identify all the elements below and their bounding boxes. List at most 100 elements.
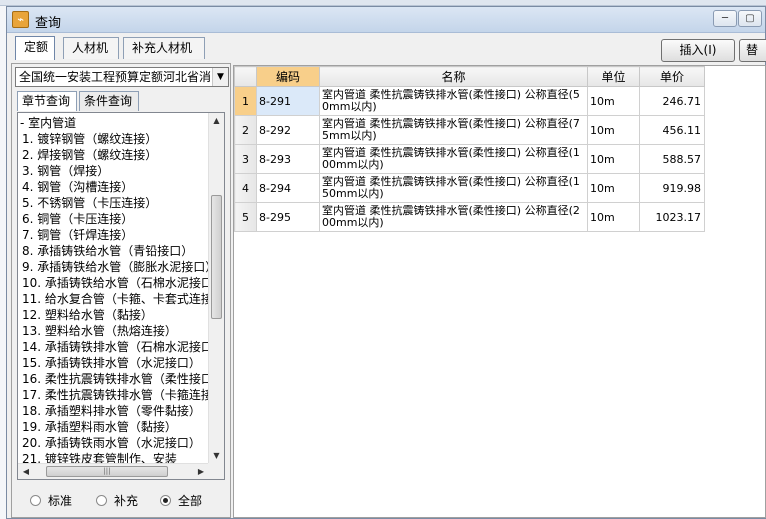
row-number-header — [234, 66, 257, 87]
tree-item[interactable]: 20. 承插铸铁雨水管（水泥接口） — [18, 435, 210, 451]
table-row[interactable]: 3 8-293 室内管道 柔性抗震铸铁排水管(柔性接口) 公称直径(100mm以… — [234, 144, 705, 174]
column-header-price[interactable]: 单价 — [639, 66, 705, 87]
insert-button[interactable]: 插入(I) — [661, 39, 735, 62]
scroll-right-icon[interactable]: ▶ — [193, 464, 209, 479]
radio-dot-checked — [160, 495, 171, 506]
cell-name-text: 室内管道 柔性抗震铸铁排水管(柔性接口) 公称直径(200mm以内) — [322, 205, 580, 229]
replace-button[interactable]: 替 — [739, 39, 766, 62]
tab-chapter-query[interactable]: 章节查询 — [17, 91, 77, 111]
tree-item[interactable]: 19. 承插塑料雨水管（黏接） — [18, 419, 210, 435]
cell-code[interactable]: 8-293 — [256, 144, 320, 174]
tree-item[interactable]: 1. 镀锌钢管（螺纹连接） — [18, 131, 210, 147]
cell-name-text: 室内管道 柔性抗震铸铁排水管(柔性接口) 公称直径(150mm以内) — [322, 176, 580, 200]
tab-supplementary-lmm[interactable]: 补充人材机 — [123, 37, 205, 59]
cell-unit[interactable]: 10m — [587, 173, 640, 203]
tree-item[interactable]: 4. 钢管（沟槽连接） — [18, 179, 210, 195]
column-header-name[interactable]: 名称 — [319, 66, 588, 87]
tree-node-parent[interactable]: - 室内管道 — [18, 115, 210, 131]
chapter-tree[interactable]: - 室内管道 1. 镀锌钢管（螺纹连接） 2. 焊接钢管（螺纹连接） 3. 钢管… — [17, 112, 225, 480]
window-title: 查询 — [35, 16, 62, 31]
cell-name[interactable]: 室内管道 柔性抗震铸铁排水管(柔性接口) 公称直径(200mm以内) — [319, 202, 588, 232]
tree-item[interactable]: 3. 钢管（焊接） — [18, 163, 210, 179]
radio-dot — [30, 495, 41, 506]
row-number: 2 — [234, 115, 257, 145]
cell-name[interactable]: 室内管道 柔性抗震铸铁排水管(柔性接口) 公称直径(75mm以内) — [319, 115, 588, 145]
cell-unit[interactable]: 10m — [587, 115, 640, 145]
cell-unit[interactable]: 10m — [587, 144, 640, 174]
tree-horizontal-scrollbar[interactable]: ◀ ||| ▶ — [18, 463, 209, 479]
tree-item[interactable]: 14. 承插铸铁排水管（石棉水泥接口） — [18, 339, 224, 355]
minimize-button[interactable]: ─ — [713, 10, 737, 27]
tab-condition-query[interactable]: 条件查询 — [79, 91, 139, 111]
results-table: 编码 名称 单位 单价 1 8-291 室内管道 柔性抗震铸铁排水管(柔性接口)… — [234, 66, 705, 232]
cell-code[interactable]: 8-294 — [256, 173, 320, 203]
scrollbar-corner — [208, 463, 224, 479]
horizontal-scroll-thumb[interactable]: ||| — [46, 466, 168, 477]
cell-unit[interactable]: 10m — [587, 202, 640, 232]
cell-code[interactable]: 8-291 — [256, 86, 320, 116]
tab-quota[interactable]: 定额 — [15, 36, 55, 60]
library-filter-radios: 标准 补充 全部 — [22, 492, 227, 510]
tree-vertical-scrollbar[interactable]: ▲ ▼ — [208, 113, 224, 464]
title-bar[interactable]: ⌁ 查询 ─ ▢ — [7, 7, 765, 33]
row-number: 1 — [234, 86, 257, 116]
cell-unit[interactable]: 10m — [587, 86, 640, 116]
table-row[interactable]: 2 8-292 室内管道 柔性抗震铸铁排水管(柔性接口) 公称直径(75mm以内… — [234, 115, 705, 145]
row-number: 3 — [234, 144, 257, 174]
table-header-row: 编码 名称 单位 单价 — [234, 66, 705, 87]
column-header-code[interactable]: 编码 — [256, 66, 320, 87]
cell-name[interactable]: 室内管道 柔性抗震铸铁排水管(柔性接口) 公称直径(150mm以内) — [319, 173, 588, 203]
tree-list: - 室内管道 1. 镀锌钢管（螺纹连接） 2. 焊接钢管（螺纹连接） 3. 钢管… — [18, 115, 224, 467]
cell-price[interactable]: 246.71 — [639, 86, 705, 116]
tree-item[interactable]: 17. 柔性抗震铸铁排水管（卡箍连接 — [18, 387, 213, 403]
cell-code[interactable]: 8-292 — [256, 115, 320, 145]
cell-price[interactable]: 456.11 — [639, 115, 705, 145]
chevron-down-icon[interactable]: ▼ — [212, 68, 228, 86]
tree-item[interactable]: 15. 承插铸铁排水管（水泥接口） — [18, 355, 210, 371]
results-grid-panel: 编码 名称 单位 单价 1 8-291 室内管道 柔性抗震铸铁排水管(柔性接口)… — [233, 65, 766, 518]
scroll-down-icon[interactable]: ▼ — [209, 448, 224, 464]
tree-item[interactable]: 2. 焊接钢管（螺纹连接） — [18, 147, 210, 163]
radio-label: 标准 — [48, 494, 73, 508]
radio-supplementary[interactable]: 补充 — [96, 492, 138, 510]
table-row[interactable]: 4 8-294 室内管道 柔性抗震铸铁排水管(柔性接口) 公称直径(150mm以… — [234, 173, 705, 203]
tree-item[interactable]: 6. 铜管（卡压连接） — [18, 211, 210, 227]
tree-item[interactable]: 5. 不锈钢管（卡压连接） — [18, 195, 210, 211]
cell-name[interactable]: 室内管道 柔性抗震铸铁排水管(柔性接口) 公称直径(100mm以内) — [319, 144, 588, 174]
maximize-button[interactable]: ▢ — [738, 10, 762, 27]
tree-item[interactable]: 8. 承插铸铁给水管（青铅接口） — [18, 243, 210, 259]
cell-price[interactable]: 588.57 — [639, 144, 705, 174]
table-row[interactable]: 5 8-295 室内管道 柔性抗震铸铁排水管(柔性接口) 公称直径(200mm以… — [234, 202, 705, 232]
table-row[interactable]: 1 8-291 室内管道 柔性抗震铸铁排水管(柔性接口) 公称直径(50mm以内… — [234, 86, 705, 116]
tree-item[interactable]: 10. 承插铸铁给水管（石棉水泥接口） — [18, 275, 224, 291]
row-number: 5 — [234, 202, 257, 232]
query-dialog: ⌁ 查询 ─ ▢ 定额 人材机 补充人材机 插入(I) 替 全国统一安装工程预算… — [6, 6, 766, 519]
cell-name-text: 室内管道 柔性抗震铸铁排水管(柔性接口) 公称直径(100mm以内) — [322, 147, 580, 171]
radio-standard[interactable]: 标准 — [30, 492, 72, 510]
tree-item[interactable]: 9. 承插铸铁给水管（膨胀水泥接口） — [18, 259, 217, 275]
scroll-left-icon[interactable]: ◀ — [18, 464, 34, 479]
quota-library-select[interactable]: 全国统一安装工程预算定额河北省消 ▼ — [15, 67, 229, 87]
cell-name-text: 室内管道 柔性抗震铸铁排水管(柔性接口) 公称直径(75mm以内) — [322, 118, 580, 142]
cell-price[interactable]: 919.98 — [639, 173, 705, 203]
app-icon: ⌁ — [12, 11, 29, 28]
radio-dot — [96, 495, 107, 506]
cell-price[interactable]: 1023.17 — [639, 202, 705, 232]
tree-item[interactable]: 18. 承插塑料排水管（零件黏接） — [18, 403, 210, 419]
left-panel: 全国统一安装工程预算定额河北省消 ▼ 章节查询 条件查询 - 室内管道 1. 镀… — [11, 63, 231, 518]
quota-library-value: 全国统一安装工程预算定额河北省消 — [19, 70, 212, 84]
tree-item[interactable]: 11. 给水复合管（卡箍、卡套式连接） — [18, 291, 224, 307]
vertical-scroll-thumb[interactable] — [211, 195, 222, 319]
radio-label: 补充 — [114, 494, 139, 508]
column-header-unit[interactable]: 单位 — [587, 66, 640, 87]
tree-item[interactable]: 7. 铜管（钎焊连接） — [18, 227, 210, 243]
scroll-up-icon[interactable]: ▲ — [209, 113, 224, 129]
tree-item[interactable]: 13. 塑料给水管（热熔连接） — [18, 323, 210, 339]
tree-item[interactable]: 16. 柔性抗震铸铁排水管（柔性接口） — [18, 371, 224, 387]
cell-code[interactable]: 8-295 — [256, 202, 320, 232]
radio-all[interactable]: 全部 — [160, 492, 202, 510]
cell-name[interactable]: 室内管道 柔性抗震铸铁排水管(柔性接口) 公称直径(50mm以内) — [319, 86, 588, 116]
tab-labor-material-machine[interactable]: 人材机 — [63, 37, 119, 59]
radio-label: 全部 — [178, 494, 203, 508]
tree-item[interactable]: 12. 塑料给水管（黏接） — [18, 307, 210, 323]
